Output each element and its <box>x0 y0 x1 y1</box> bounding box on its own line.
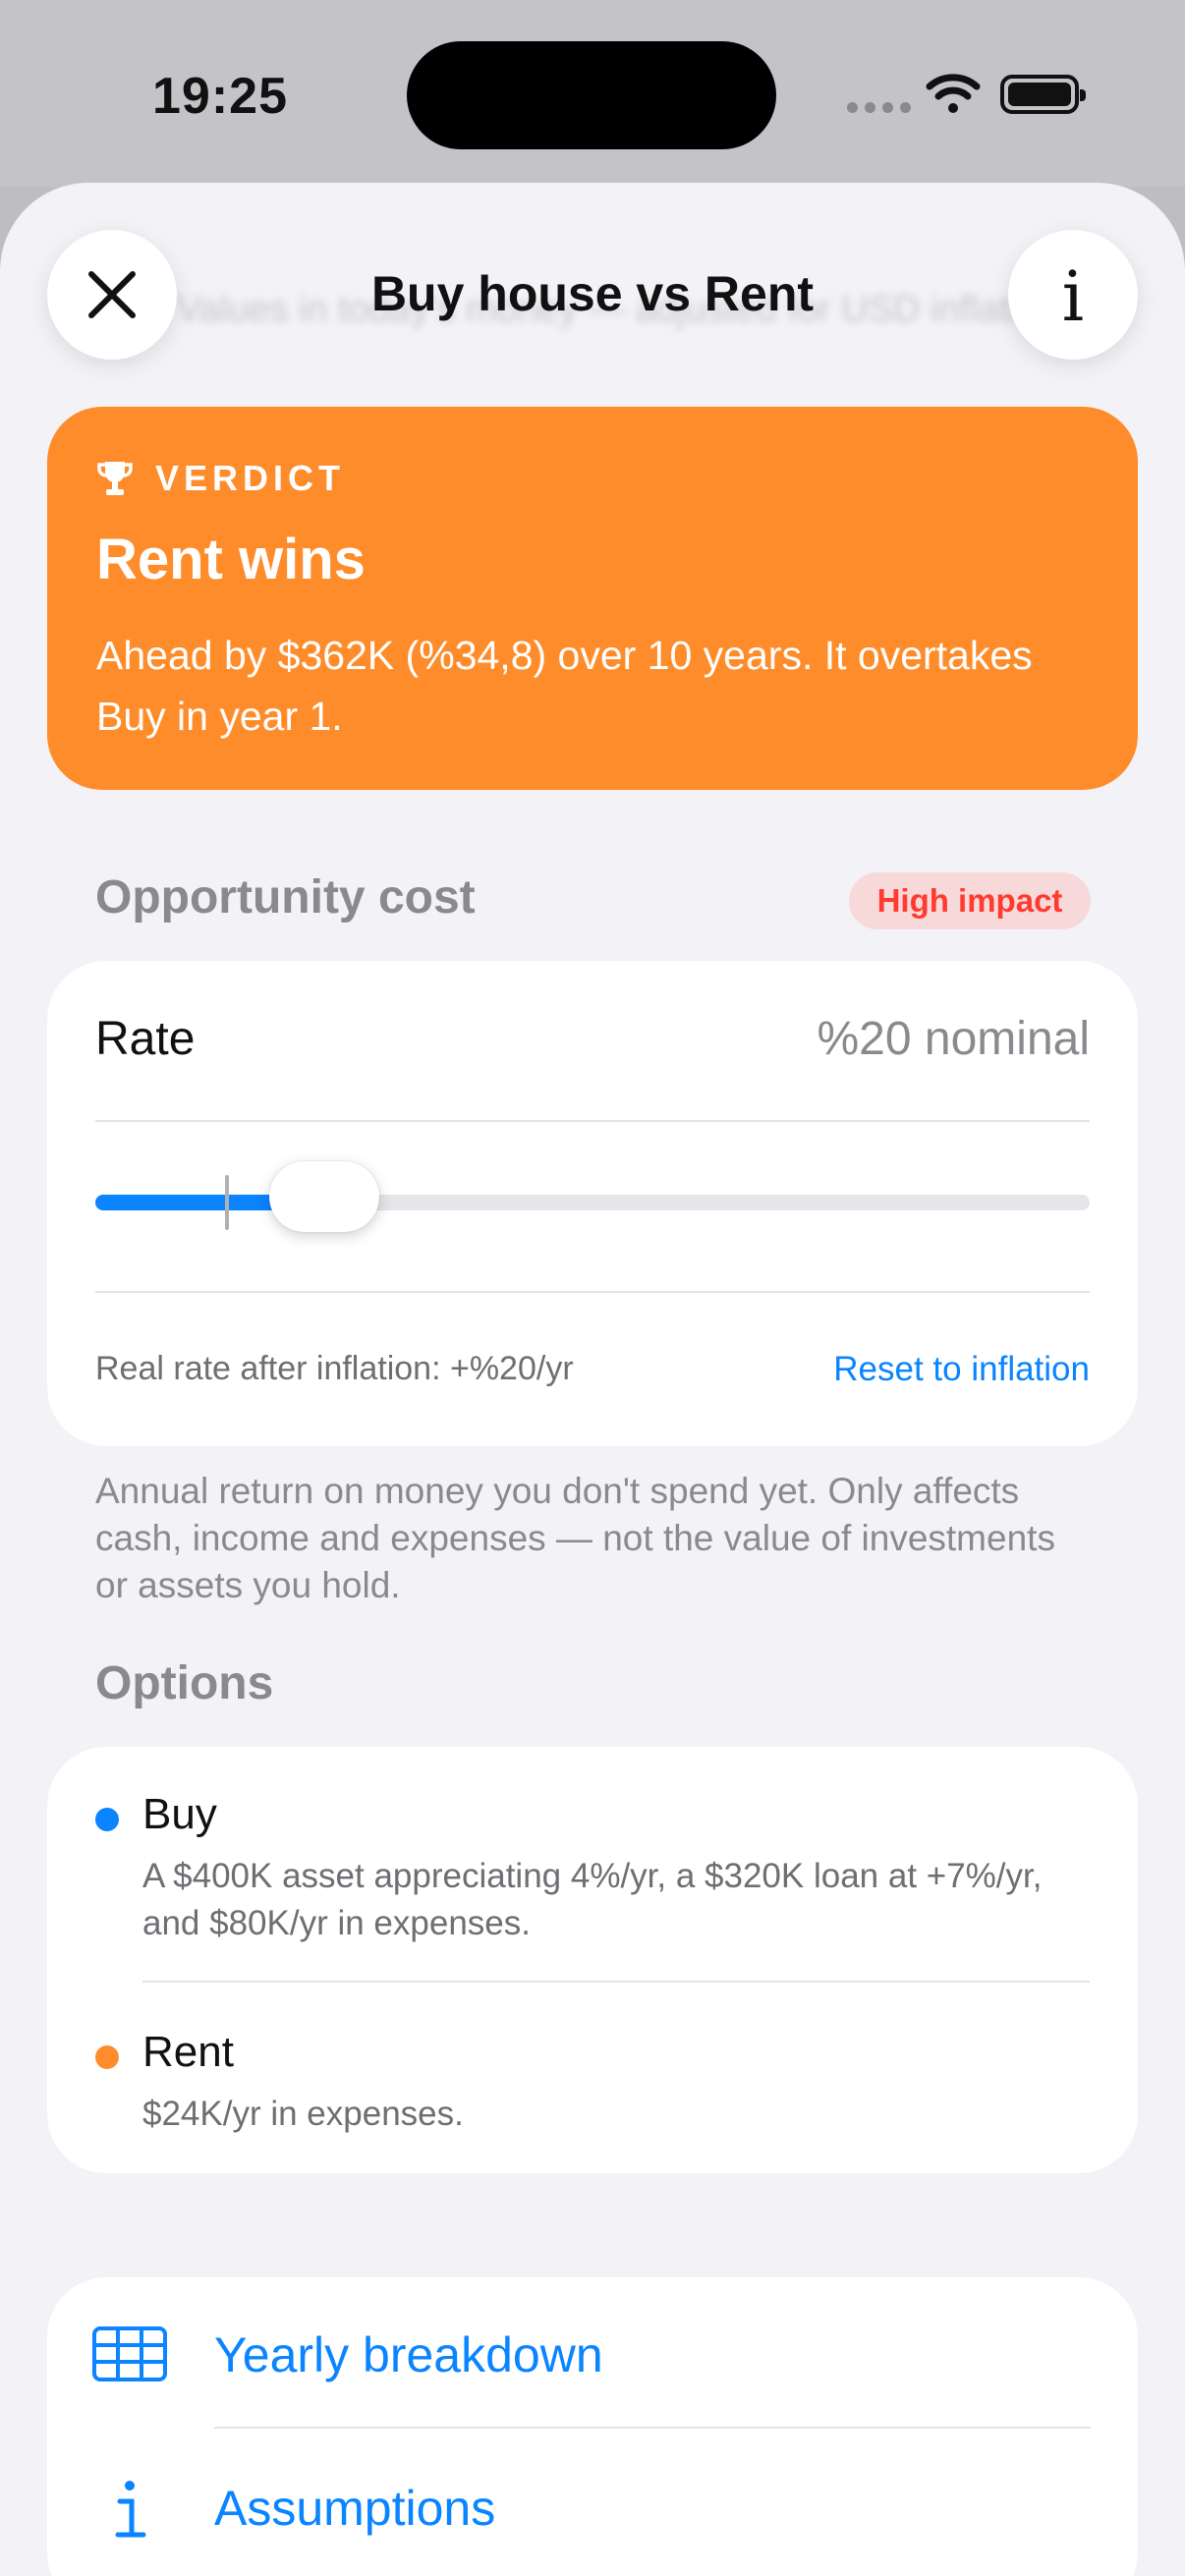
verdict-card: VERDICT Rent wins Ahead by $362K (%34,8)… <box>47 407 1138 790</box>
rate-value: %20 nominal <box>817 1013 1091 1065</box>
option-title-buy: Buy <box>142 1790 217 1838</box>
rate-label: Rate <box>95 1013 196 1065</box>
rate-card: Rate %20 nominal Real rate after inflati… <box>47 961 1138 1446</box>
inflation-marker <box>224 1175 229 1230</box>
slider-thumb[interactable] <box>268 1161 379 1232</box>
verdict-label: VERDICT <box>155 458 346 498</box>
trophy-icon <box>97 462 133 495</box>
status-time: 19:25 <box>152 68 288 125</box>
status-bar: 19:25 <box>0 0 1185 187</box>
dynamic-island <box>407 41 776 149</box>
battery-icon <box>1000 75 1086 114</box>
reset-to-inflation-button[interactable]: Reset to inflation <box>833 1350 1090 1389</box>
table-icon <box>92 2326 167 2381</box>
info-icon: i <box>1061 256 1085 337</box>
divider <box>214 2427 1091 2429</box>
links-card: Yearly breakdown Assumptions <box>47 2277 1138 2576</box>
info-icon <box>115 2481 146 2538</box>
option-desc-rent: $24K/yr in expenses. <box>142 2095 464 2133</box>
options-header: Options <box>95 1657 274 1709</box>
impact-badge: High impact <box>849 872 1091 929</box>
divider <box>95 1120 1090 1122</box>
opportunity-cost-header: Opportunity cost <box>95 871 476 924</box>
option-desc-buy: A $400K asset appreciating 4%/yr, a $320… <box>142 1857 1043 1942</box>
verdict-text: Ahead by $362K (%34,8) over 10 years. It… <box>96 633 1033 739</box>
yearly-breakdown-link[interactable]: Yearly breakdown <box>214 2326 603 2383</box>
verdict-title: Rent wins <box>96 528 366 591</box>
rent-dot <box>95 2045 119 2069</box>
option-title-rent: Rent <box>142 2028 234 2076</box>
rate-slider[interactable] <box>95 1161 1090 1232</box>
assumptions-link[interactable]: Assumptions <box>214 2480 495 2537</box>
modal-sheet: Values in today's money — adjusted for U… <box>0 183 1185 2576</box>
wifi-icon <box>926 74 981 113</box>
real-rate-text: Real rate after inflation: +%20/yr <box>95 1350 574 1387</box>
opportunity-cost-footnote: Annual return on money you don't spend y… <box>95 1471 1055 1605</box>
buy-dot <box>95 1808 119 1831</box>
divider <box>142 1981 1090 1983</box>
cellular-signal-icon <box>847 102 911 113</box>
options-card: Buy A $400K asset appreciating 4%/yr, a … <box>47 1747 1138 2173</box>
info-button[interactable]: i <box>1008 230 1138 360</box>
divider <box>95 1291 1090 1293</box>
